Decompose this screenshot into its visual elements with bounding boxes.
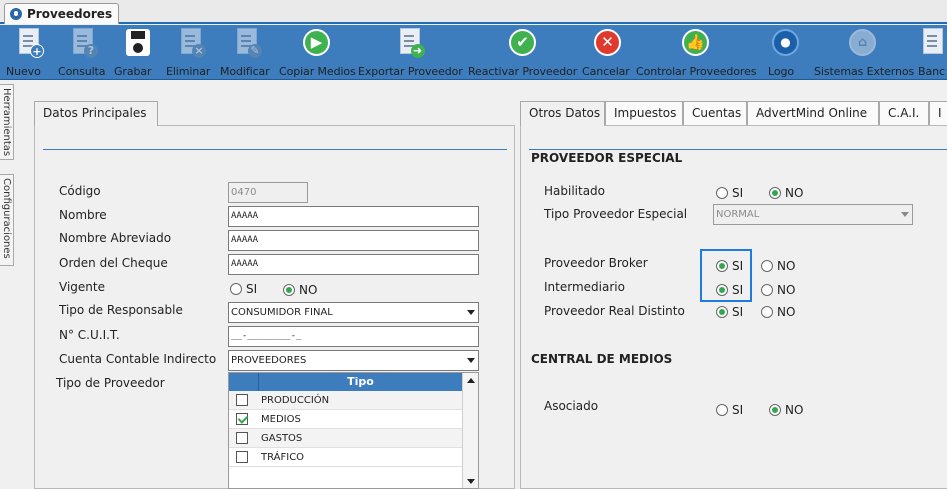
central-medios-title: CENTRAL DE MEDIOS	[531, 352, 673, 366]
asociado-label: Asociado	[544, 399, 599, 413]
delete-doc-icon: ×	[176, 28, 206, 58]
table-row[interactable]: MEDIOS	[229, 410, 462, 429]
check-circle-icon: ✔	[507, 28, 537, 58]
gastos-checkbox[interactable]	[236, 432, 248, 444]
tab-more[interactable]: I	[929, 101, 947, 125]
cancelar-button[interactable]: ✕ Cancelar	[582, 25, 632, 80]
grid-header: Tipo	[229, 373, 462, 391]
nombre-field[interactable]: AAAAA	[228, 206, 479, 227]
exportar-proveedor-button[interactable]: ➜ Exportar Proveedor	[358, 25, 463, 80]
nombre-abreviado-label: Nombre Abreviado	[59, 231, 172, 245]
window-tab-proveedores[interactable]: Proveedores	[4, 3, 120, 24]
banc-button[interactable]: Banc	[918, 25, 947, 80]
table-row[interactable]: GASTOS	[229, 429, 462, 448]
window-tab-title: Proveedores	[27, 7, 113, 21]
cancel-circle-icon: ✕	[592, 28, 622, 58]
reactivar-proveedor-button[interactable]: ✔ Reactivar Proveedor	[468, 25, 577, 80]
habilitado-label: Habilitado	[544, 184, 606, 198]
trafico-checkbox[interactable]	[236, 451, 248, 463]
modificar-button[interactable]: ✎ Modificar	[220, 25, 274, 80]
nombre-label: Nombre	[59, 208, 107, 222]
tab-impuestos[interactable]: Impuestos	[605, 101, 683, 125]
chevron-down-icon	[467, 310, 475, 315]
cuenta-contable-select[interactable]: PROVEEDORES	[228, 350, 479, 371]
scroll-up-icon[interactable]	[467, 378, 475, 383]
proveedor-real-distinto-label: Proveedor Real Distinto	[544, 304, 685, 318]
new-doc-icon: +	[14, 28, 44, 58]
consulta-button[interactable]: ? Consulta	[58, 25, 108, 80]
nuevo-button[interactable]: + Nuevo	[6, 25, 52, 80]
intermediario-label: Intermediario	[544, 280, 625, 294]
cuenta-contable-label: Cuenta Contable Indirecto	[59, 352, 217, 366]
panel-divider	[43, 149, 507, 150]
copiar-medios-button[interactable]: ▶ Copiar Medios	[279, 25, 356, 80]
grid-scrollbar[interactable]	[462, 373, 478, 488]
tipo-responsable-label: Tipo de Responsable	[59, 303, 183, 317]
cuit-label: N° C.U.I.T.	[59, 328, 120, 342]
controlar-proveedores-button[interactable]: 👍 Controlar Proveedores	[636, 25, 757, 80]
logo-button[interactable]: ● Logo	[768, 25, 802, 80]
floppy-disk-icon	[122, 28, 152, 58]
vigente-label: Vigente	[59, 280, 105, 294]
tipo-proveedor-label: Tipo de Proveedor	[56, 376, 165, 390]
window-tab-strip: Proveedores	[0, 0, 947, 24]
grabar-button[interactable]: Grabar	[114, 25, 160, 80]
nombre-abreviado-field[interactable]: AAAAA	[228, 230, 479, 251]
tab-otros-datos[interactable]: Otros Datos	[520, 101, 605, 126]
orden-cheque-label: Orden del Cheque	[59, 256, 168, 270]
export-doc-icon: ➜	[395, 28, 425, 58]
external-systems-icon: ⌂	[847, 28, 877, 58]
produccion-checkbox[interactable]	[236, 394, 248, 406]
chevron-down-icon	[901, 212, 909, 217]
play-circle-icon: ▶	[301, 28, 331, 58]
side-tab-configuraciones[interactable]: Configuraciones	[0, 174, 14, 266]
tipo-especial-select[interactable]: NORMAL	[713, 204, 913, 225]
eliminar-button[interactable]: × Eliminar	[166, 25, 216, 80]
table-row[interactable]: TRÁFICO	[229, 448, 462, 467]
codigo-label: Código	[59, 184, 101, 198]
cuit-field[interactable]: __-________-_	[228, 326, 479, 347]
table-row[interactable]: PRODUCCIÓN	[229, 391, 462, 410]
logo-icon: ●	[770, 28, 800, 58]
medios-checkbox[interactable]	[236, 413, 248, 425]
proveedor-broker-label: Proveedor Broker	[544, 256, 648, 270]
app-logo-icon	[10, 8, 22, 20]
thumbs-up-icon: 👍	[680, 28, 710, 58]
scroll-down-icon[interactable]	[467, 479, 475, 484]
toolbar: + Nuevo ? Consulta Grabar × Eliminar ✎ M…	[0, 25, 947, 80]
edit-doc-icon: ✎	[232, 28, 262, 58]
sistemas-externos-button[interactable]: ⌂ Sistemas Externos	[814, 25, 914, 80]
tipo-proveedor-grid: Tipo PRODUCCIÓN MEDIOS GASTOS TRÁFICO	[228, 372, 479, 489]
tab-datos-principales[interactable]: Datos Principales	[34, 101, 158, 126]
panel-divider	[529, 149, 947, 150]
codigo-field[interactable]: 0470	[228, 182, 308, 203]
side-tab-herramientas[interactable]: Herramientas	[0, 84, 14, 160]
tipo-responsable-select[interactable]: CONSUMIDOR FINAL	[228, 302, 479, 323]
proveedor-especial-title: PROVEEDOR ESPECIAL	[531, 151, 683, 165]
orden-cheque-field[interactable]: AAAAA	[228, 254, 479, 275]
tab-cuentas[interactable]: Cuentas	[683, 101, 747, 125]
tab-cai[interactable]: C.A.I.	[879, 101, 929, 125]
tab-advertmind-online[interactable]: AdvertMind Online	[747, 101, 879, 125]
bank-chart-icon	[921, 28, 947, 58]
query-doc-icon: ?	[68, 28, 98, 58]
tipo-especial-label: Tipo Proveedor Especial	[544, 207, 688, 221]
chevron-down-icon	[467, 358, 475, 363]
